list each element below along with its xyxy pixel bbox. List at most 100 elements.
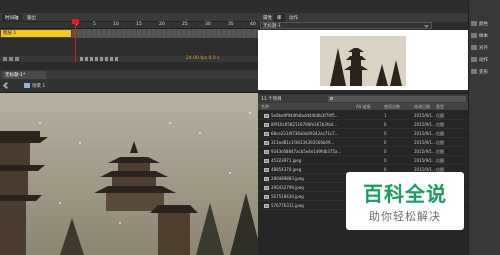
dock-swatches[interactable]: 样本 [471,33,499,41]
fps-readout: 24.00 fps 0.0 s [186,56,220,61]
library-item-name: 311ed81c1f38134392566b09... [271,140,335,145]
library-item[interactable]: 45323971.jpeg 0 2015/9/1... 位图 [258,157,468,165]
ruler-tick: 25 [182,22,188,27]
folder-icon[interactable] [9,57,13,61]
watermark-title: 百科全说 [363,182,447,206]
bitmap-icon [264,158,269,163]
library-item-type: 位图 [436,140,444,145]
library-item-count: 0 [384,158,387,163]
document-tab-bar: 无标题-1* [0,70,258,79]
ruler-tick: 10 [113,22,119,27]
library-item-name: 567518430.jpeg [271,194,304,199]
dock-align[interactable]: 对齐 [471,45,499,53]
library-item[interactable]: 9343c68847acb5e4e1d9fdb375a... 0 2015/9/1.… [258,148,468,156]
chevron-down-icon [424,23,429,28]
bitmap-icon [264,113,269,118]
library-item-name: 576776311.jpeg [271,203,304,208]
library-item-name: 295432799.jpeg [271,185,304,190]
transform-icon [471,69,477,74]
library-item-name: 68ce2314f736a0a09342ac71c7... [271,131,339,136]
library-item[interactable]: 8f916c0582116796fe167b3fa4... 0 2015/9/1..… [258,121,468,129]
tab-actions[interactable]: 动作 [286,14,301,22]
timeline-tab-bar: 时间轴 输出 [0,13,258,22]
library-item-count: 0 [384,149,387,154]
library-item-date: 2015/9/1... [414,122,436,127]
tab-properties[interactable]: 属性 [260,14,275,22]
actions-icon [471,57,477,62]
swatches-icon [471,33,477,38]
ruler-tick: 40 [250,22,256,27]
library-item-date: 2015/9/1... [414,158,436,163]
document-tab[interactable]: 无标题-1* [2,71,46,79]
library-item-type: 位图 [436,149,444,154]
library-item-count: 11 个项目 [261,97,282,102]
library-item[interactable]: 311ed81c1f38134392566b09... 0 2015/9/1... 位… [258,139,468,147]
bitmap-icon [264,140,269,145]
bitmap-icon [264,176,269,181]
watermark: 百科全说 助你轻松解决 [346,172,464,230]
library-item-count: 1 [384,113,387,118]
library-item-name: 280489883.jpeg [271,176,304,181]
library-item-name: 5e0ba9f94dfe8add44b6b3f79f5... [271,113,339,118]
ruler-tick: 35 [228,22,234,27]
color-icon [471,21,477,26]
timeline-ruler[interactable]: 1 5 10 15 20 25 30 35 40 [0,22,258,29]
library-item-name: 9343c68847acb5e4e1d9fdb375a... [271,149,342,154]
scene-bar: 场景 1 [0,79,258,93]
frame-cells[interactable] [72,29,258,38]
bitmap-icon [264,185,269,190]
dock-color[interactable]: 颜色 [471,21,499,29]
library-item-date: 2015/9/1... [414,149,436,154]
library-item-name: 45323971.jpeg [271,158,302,163]
bitmap-icon [264,167,269,172]
dock-actions[interactable]: 动作 [471,57,499,65]
stage-canvas[interactable] [0,93,278,255]
library-item-type: 位图 [436,113,444,118]
library-item[interactable]: 68ce2314f736a0a09342ac71c7... 0 2015/9/1..… [258,130,468,138]
tab-timeline[interactable]: 时间轴 [2,14,22,22]
library-item-name: 48854370.jpeg [271,167,302,172]
ruler-tick: 15 [136,22,142,27]
timeline-controls: 24.00 fps 0.0 s [0,56,258,62]
library-item-name: 8f916c0582116796fe167b3fa4... [271,122,338,127]
back-arrow-icon[interactable] [2,81,11,90]
library-item-date: 2015/9/1... [414,113,436,118]
play-controls-icon[interactable] [80,57,120,61]
dock-transform[interactable]: 变形 [471,69,499,77]
library-item-date: 2015/9/1... [414,131,436,136]
bitmap-icon [264,122,269,127]
ruler-tick: 5 [93,22,96,27]
library-item-type: 位图 [436,122,444,127]
library-item[interactable]: 5e0ba9f94dfe8add44b6b3f79f5... 1 2015/9/1.… [258,112,468,120]
library-item-count: 0 [384,131,387,136]
library-item-count: 0 [384,122,387,127]
library-item-type: 位图 [436,158,444,163]
ruler-tick: 20 [159,22,165,27]
playhead[interactable] [75,19,76,62]
timeline-empty-area [0,38,258,56]
document-select[interactable]: 无标题-1 [260,22,432,29]
bitmap-icon [264,194,269,199]
playhead-handle[interactable] [72,19,79,24]
library-search-input[interactable] [328,96,466,102]
scene-icon [24,83,30,88]
search-icon [330,97,333,100]
delete-icon[interactable] [15,57,19,61]
menu-strip [0,0,468,13]
tab-output[interactable]: 输出 [24,14,39,22]
watermark-subtitle: 助你轻松解决 [369,210,441,223]
library-header: 11 个项目 [258,93,468,103]
bitmap-icon [264,149,269,154]
layer-name[interactable]: 图层 1 [1,30,71,37]
align-icon [471,45,477,50]
side-dock: 颜色 样本 对齐 动作 变形 [468,0,500,255]
pagoda-artwork [0,93,278,255]
scene-label: 场景 1 [32,84,46,89]
library-item-type: 位图 [436,131,444,136]
preview-thumbnail [320,36,406,86]
tab-library[interactable]: 库 [274,14,285,22]
add-layer-icon[interactable] [3,57,7,61]
bitmap-icon [264,203,269,208]
library-preview [258,30,468,90]
ruler-tick: 30 [205,22,211,27]
